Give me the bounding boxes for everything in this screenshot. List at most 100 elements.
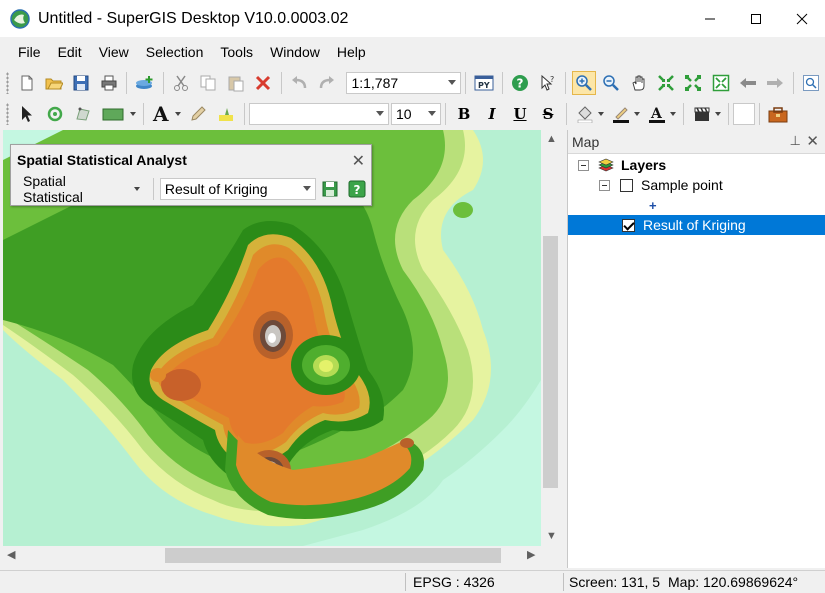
collapse-icon[interactable] xyxy=(599,179,610,191)
fixed-zoom-in-button[interactable] xyxy=(654,71,677,95)
undo-button[interactable] xyxy=(288,71,311,95)
italic-button[interactable]: I xyxy=(480,102,504,126)
analyst-layer-value: Result of Kriging xyxy=(164,181,268,197)
open-icon xyxy=(45,78,63,89)
menu-help[interactable]: Help xyxy=(329,44,375,60)
pan-tool[interactable] xyxy=(627,71,650,95)
paste-button[interactable] xyxy=(224,71,247,95)
menu-tools[interactable]: Tools xyxy=(212,44,262,60)
python-button[interactable]: PY xyxy=(472,71,495,95)
toolbar-grip[interactable] xyxy=(6,71,9,94)
chevron-down-icon[interactable] xyxy=(670,111,676,116)
help-icon: ? xyxy=(348,180,366,198)
zoom-out-tool[interactable] xyxy=(600,71,623,95)
animation-button[interactable] xyxy=(690,102,714,126)
cut-button[interactable] xyxy=(170,71,193,95)
close-icon[interactable]: ✕ xyxy=(352,151,365,171)
analyst-save-button[interactable] xyxy=(318,177,342,201)
close-icon[interactable]: ✕ xyxy=(806,132,819,150)
minimize-icon xyxy=(705,18,715,19)
analyst-layer-combo[interactable]: Result of Kriging xyxy=(159,178,316,200)
underline-button[interactable]: U xyxy=(508,102,532,126)
add-data-button[interactable] xyxy=(133,71,156,95)
menu-selection[interactable]: Selection xyxy=(138,44,213,60)
select-tool[interactable] xyxy=(15,102,39,126)
toolbar-separator xyxy=(792,71,794,94)
edit-vertices-tool[interactable] xyxy=(71,102,95,126)
font-color-button[interactable]: A xyxy=(645,102,669,126)
menu-view[interactable]: View xyxy=(91,44,138,60)
menu-window[interactable]: Window xyxy=(262,44,329,60)
layer-label: Result of Kriging xyxy=(643,217,746,233)
chevron-down-icon[interactable] xyxy=(130,111,136,116)
scroll-left-icon[interactable]: ◀ xyxy=(7,548,15,561)
toolbar-separator xyxy=(280,71,282,94)
analyst-help-button[interactable]: ? xyxy=(345,177,369,201)
minimize-button[interactable] xyxy=(687,0,733,37)
chevron-down-icon xyxy=(428,110,436,116)
delete-button[interactable] xyxy=(251,71,274,95)
menu-edit[interactable]: Edit xyxy=(50,44,91,60)
spatial-statistical-menu[interactable]: Spatial Statistical xyxy=(17,173,149,205)
help-icon: ? xyxy=(512,74,529,91)
font-size-combo[interactable]: 10 xyxy=(391,102,441,125)
toolbox-icon xyxy=(768,106,788,122)
zoom-layer-button[interactable] xyxy=(800,71,823,95)
layers-root[interactable]: Layers xyxy=(568,155,825,175)
layer-item-sample-point[interactable]: Sample point xyxy=(568,175,825,195)
open-button[interactable] xyxy=(42,71,65,95)
help-button[interactable]: ? xyxy=(509,71,532,95)
toolbar-separator xyxy=(683,102,684,125)
layer-item-result-of-kriging[interactable]: Result of Kriging xyxy=(568,215,825,235)
chevron-down-icon[interactable] xyxy=(715,111,721,116)
menu-file[interactable]: File xyxy=(10,44,50,60)
map-horizontal-scrollbar[interactable]: ◀ ▶ xyxy=(3,546,541,565)
collapse-icon[interactable] xyxy=(578,159,589,171)
layer-visibility-checkbox[interactable] xyxy=(620,178,633,192)
line-color-button[interactable] xyxy=(609,102,633,126)
whats-this-button[interactable]: ? xyxy=(536,71,559,95)
rectangle-tool[interactable] xyxy=(99,102,129,126)
scroll-up-icon[interactable]: ▲ xyxy=(546,133,557,145)
fill-color-button[interactable] xyxy=(573,102,597,126)
symbol-box[interactable] xyxy=(733,102,755,125)
scroll-down-icon[interactable]: ▼ xyxy=(546,530,557,542)
save-button[interactable] xyxy=(70,71,93,95)
vertical-scroll-thumb[interactable] xyxy=(543,236,558,488)
map-vertical-scrollbar[interactable]: ▲ ▼ xyxy=(541,130,560,546)
bold-button[interactable]: B xyxy=(452,102,476,126)
highlight-tool[interactable] xyxy=(214,102,238,126)
toolbox-button[interactable] xyxy=(766,102,790,126)
layer-visibility-checkbox[interactable] xyxy=(622,218,635,232)
toolbar-grip[interactable] xyxy=(6,102,9,125)
close-button[interactable] xyxy=(779,0,825,37)
text-tool[interactable]: A xyxy=(150,102,174,126)
panel-header[interactable]: Map ⊥ ✕ xyxy=(568,130,825,154)
chevron-down-icon[interactable] xyxy=(175,111,181,116)
font-name-combo[interactable] xyxy=(249,102,389,125)
fixed-zoom-out-button[interactable] xyxy=(682,71,705,95)
back-button[interactable] xyxy=(736,71,759,95)
save-icon xyxy=(322,181,338,197)
scale-combo[interactable]: 1:1,787 xyxy=(346,71,462,94)
scroll-right-icon[interactable]: ▶ xyxy=(527,548,535,561)
window-title: Untitled - SuperGIS Desktop V10.0.0003.0… xyxy=(38,9,349,27)
maximize-button[interactable] xyxy=(733,0,779,37)
strikethrough-button[interactable]: S xyxy=(536,102,560,126)
print-icon xyxy=(101,75,117,90)
copy-button[interactable] xyxy=(197,71,220,95)
analyst-header[interactable]: Spatial Statistical Analyst ✕ xyxy=(11,145,371,175)
pin-icon[interactable]: ⊥ xyxy=(790,133,801,149)
print-button[interactable] xyxy=(97,71,120,95)
chevron-down-icon[interactable] xyxy=(598,111,604,116)
full-extent-button[interactable] xyxy=(709,71,732,95)
redo-button[interactable] xyxy=(315,71,338,95)
pencil-tool[interactable] xyxy=(186,102,210,126)
rotate-tool[interactable] xyxy=(43,102,67,126)
forward-button[interactable] xyxy=(764,71,787,95)
horizontal-scroll-thumb[interactable] xyxy=(165,548,501,563)
new-button[interactable] xyxy=(15,71,38,95)
copy-icon xyxy=(200,75,216,90)
chevron-down-icon[interactable] xyxy=(634,111,640,116)
zoom-in-tool[interactable] xyxy=(572,70,596,95)
